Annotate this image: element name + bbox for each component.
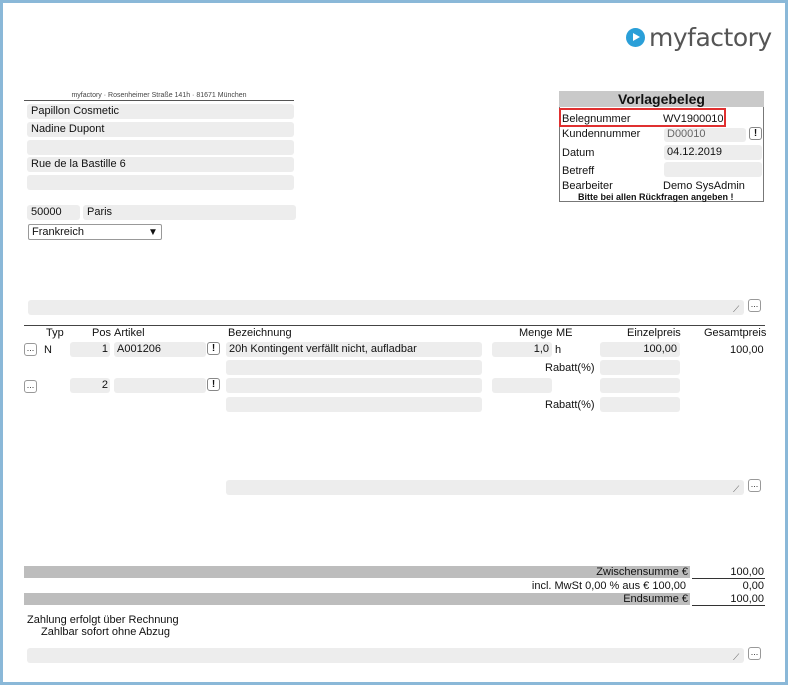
row-2-pos-field[interactable]: 2 [70, 378, 110, 393]
row-1-rabatt-label: Rabatt(%) [545, 362, 595, 374]
row-1-artikel: A001206 [117, 343, 162, 355]
betreff-field[interactable] [664, 162, 762, 177]
row-2-rabatt-field[interactable] [600, 397, 680, 412]
mwst-label: incl. MwSt 0,00 % aus € 100,00 [531, 580, 686, 592]
row-1-gesamtpreis: 100,00 [730, 344, 764, 356]
row-1-typ: N [44, 344, 52, 356]
row-1-menge-field[interactable]: 1,0 [492, 342, 552, 357]
datum-value: 04.12.2019 [667, 146, 723, 158]
resize-handle-icon[interactable]: ⟋ [733, 304, 739, 315]
zwischensumme-label: Zwischensumme € [596, 566, 688, 578]
row-1-rabatt-field[interactable] [600, 360, 680, 375]
row-1-text-field[interactable] [226, 360, 482, 375]
footer-text-area[interactable]: ⟋ [27, 648, 744, 663]
footer-text-options-button[interactable]: ... [748, 647, 761, 660]
endsumme-value: 100,00 [730, 593, 764, 605]
col-gesamtpreis: Gesamtpreis [704, 327, 767, 339]
row-1-pos-field[interactable]: 1 [70, 342, 110, 357]
col-bezeichnung: Bezeichnung [228, 327, 292, 339]
col-pos: Pos [92, 327, 111, 339]
play-logo-icon [626, 28, 645, 47]
row-2-options-button[interactable]: ... [24, 380, 37, 393]
address-line-5[interactable] [27, 175, 294, 190]
item-text-area[interactable]: ⟋ [226, 480, 744, 495]
zip-field[interactable]: 50000 [27, 205, 80, 220]
address-line-1[interactable]: Papillon Cosmetic [27, 104, 294, 119]
document-title: Vorlagebeleg [559, 91, 764, 107]
row-2-menge-field[interactable] [492, 378, 552, 393]
row-2-pos: 2 [101, 379, 108, 391]
kundennummer-field[interactable]: D00010 [664, 128, 746, 142]
chevron-down-icon: ▼ [148, 227, 158, 238]
row-2-artikel-field[interactable] [114, 378, 206, 393]
belegnummer-label: Belegnummer [562, 113, 631, 125]
header-text-area[interactable]: ⟋ [28, 300, 744, 315]
row-2-rabatt-label: Rabatt(%) [545, 399, 595, 411]
city-field[interactable]: Paris [83, 205, 296, 220]
col-typ: Typ [46, 327, 64, 339]
row-1-pos: 1 [101, 343, 108, 355]
row-2-text-field[interactable] [226, 397, 482, 412]
kundennummer-value: D00010 [667, 128, 706, 140]
country-select[interactable]: Frankreich ▼ [28, 224, 162, 240]
col-me: ME [556, 327, 573, 339]
footer-line-2: Zahlbar sofort ohne Abzug [41, 626, 171, 638]
address-line-2[interactable]: Nadine Dupont [27, 122, 294, 137]
row-1-options-button[interactable]: ... [24, 343, 37, 356]
row-1-article-lookup-button[interactable]: ! [207, 342, 220, 355]
table-header-separator [24, 325, 765, 326]
logo-text: myfactory [649, 23, 772, 52]
datum-label: Datum [562, 147, 595, 159]
row-2-bezeichnung-field[interactable] [226, 378, 482, 393]
col-einzelpreis: Einzelpreis [627, 327, 681, 339]
row-1-bezeichnung-field[interactable]: 20h Kontingent verfällt nicht, aufladbar [226, 342, 482, 357]
zwischensumme-underline [692, 578, 765, 579]
resize-handle-icon[interactable]: ⟋ [733, 484, 739, 495]
sender-line: myfactory · Rosenheimer Straße 141h · 81… [24, 92, 294, 101]
mwst-value: 0,00 [742, 580, 764, 592]
endsumme-label: Endsumme € [623, 593, 688, 605]
datum-field[interactable]: 04.12.2019 [664, 145, 762, 160]
reference-note: Bitte bei allen Rückfragen angeben ! [578, 192, 734, 202]
address-line-4[interactable]: Rue de la Bastille 6 [27, 157, 294, 172]
row-2-einzelpreis-field[interactable] [600, 378, 680, 393]
col-menge: Menge [519, 327, 553, 339]
betreff-label: Betreff [562, 165, 595, 177]
endsumme-bar: Endsumme € [24, 593, 690, 605]
zwischensumme-bar: Zwischensumme € [24, 566, 690, 578]
item-text-options-button[interactable]: ... [748, 479, 761, 492]
row-2-article-lookup-button[interactable]: ! [207, 378, 220, 391]
address-line-3[interactable] [27, 140, 294, 155]
row-1-bezeichnung: 20h Kontingent verfällt nicht, aufladbar [229, 343, 417, 355]
endsumme-underline [692, 605, 765, 606]
zwischensumme-value: 100,00 [730, 566, 764, 578]
resize-handle-icon[interactable]: ⟋ [733, 652, 739, 663]
belegnummer-value: WV1900010 [663, 113, 724, 125]
row-1-menge: 1,0 [533, 343, 549, 355]
row-1-artikel-field[interactable]: A001206 [114, 342, 206, 357]
row-1-me: h [555, 344, 562, 356]
customer-lookup-button[interactable]: ! [749, 127, 762, 140]
row-1-einzelpreis: 100,00 [643, 343, 677, 355]
kundennummer-label: Kundennummer [562, 128, 641, 140]
col-artikel: Artikel [114, 327, 145, 339]
row-1-einzelpreis-field[interactable]: 100,00 [600, 342, 680, 357]
header-text-options-button[interactable]: ... [748, 299, 761, 312]
country-value: Frankreich [32, 226, 84, 238]
